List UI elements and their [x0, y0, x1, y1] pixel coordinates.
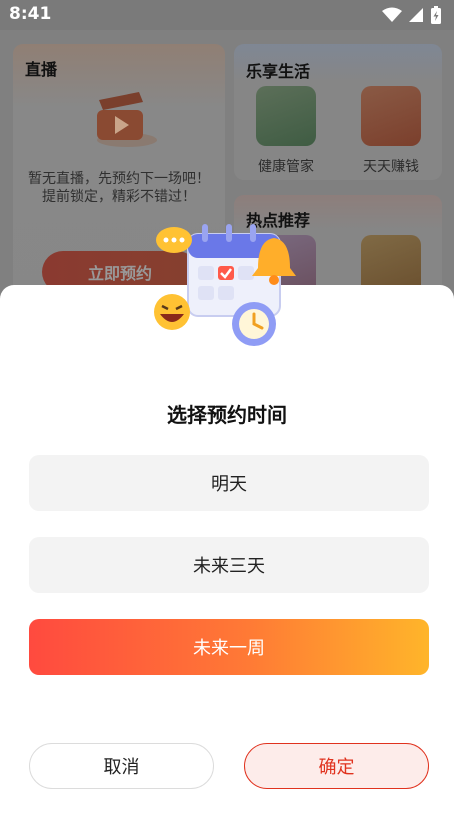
daily-earn-tile: 天天赚钱 [346, 86, 436, 176]
life-card: 乐享生活 健康管家 天天赚钱 [234, 44, 442, 180]
wifi-icon [382, 7, 402, 22]
cancel-button[interactable]: 取消 [29, 743, 214, 789]
live-video-icon [97, 92, 157, 147]
cellular-signal-icon [409, 8, 423, 22]
health-manager-label: 健康管家 [258, 159, 314, 175]
status-time: 8:41 [9, 4, 52, 24]
calendar-reminder-icon [154, 224, 296, 346]
status-icons [382, 6, 442, 24]
sheet-title: 选择预约时间 [167, 403, 287, 427]
option-next-week[interactable]: 未来一周 [29, 619, 429, 675]
daily-earn-label: 天天赚钱 [363, 159, 419, 175]
confirm-button[interactable]: 确定 [244, 743, 429, 789]
battery-icon [431, 6, 441, 24]
health-manager-tile: 健康管家 [241, 86, 331, 176]
status-bar: 8:41 [0, 0, 454, 30]
daily-earn-icon [361, 86, 421, 146]
option-tomorrow[interactable]: 明天 [29, 455, 429, 511]
option-next-three-days[interactable]: 未来三天 [29, 537, 429, 593]
live-card-title: 直播 [25, 60, 58, 79]
life-card-title: 乐享生活 [246, 62, 311, 81]
live-empty-text: 暂无直播，先预约下一场吧！提前锁定，精彩不错过！ [28, 171, 210, 205]
health-manager-icon [256, 86, 316, 146]
